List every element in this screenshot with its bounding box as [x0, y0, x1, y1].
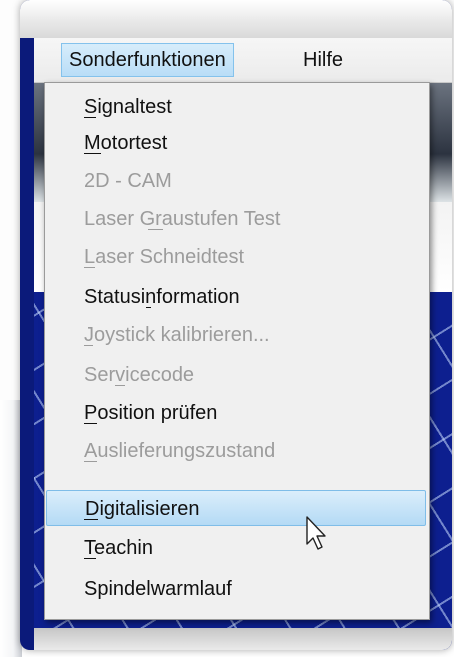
- mnemonic-underline: [84, 461, 97, 462]
- menu-item-teachin[interactable]: Teachin: [46, 530, 426, 566]
- menu-item-position-pruefen[interactable]: Position prüfen: [46, 395, 426, 431]
- menu-item-label: Teachin: [84, 537, 153, 559]
- menu-item-label: Position prüfen: [84, 402, 218, 424]
- menu-item-label: Statusinformation: [84, 286, 240, 308]
- menu-item-label: Digitalisieren: [85, 498, 200, 520]
- mnemonic-underline: [146, 307, 151, 308]
- menu-item-laser-schneidtest: Laser Schneidtest: [46, 239, 426, 275]
- mnemonic-underline: [84, 267, 95, 268]
- mnemonic-underline: [84, 153, 101, 154]
- menu-item-label: Spindelwarmlauf: [84, 578, 232, 600]
- menu-item-label: Motortest: [84, 132, 168, 154]
- mnemonic-underline: [84, 423, 97, 424]
- menu-item-label: Laser Schneidtest: [84, 246, 245, 268]
- menu-item-statusinformation[interactable]: Statusinformation: [46, 279, 426, 315]
- menu-item-label: Servicecode: [84, 364, 195, 386]
- menu-hilfe[interactable]: Hilfe: [296, 44, 350, 76]
- mnemonic-underline: [148, 229, 163, 230]
- menu-item-label: Signaltest: [84, 96, 172, 118]
- mouse-pointer-icon: [306, 516, 326, 550]
- menu-item-label: Auslieferungszustand: [84, 440, 276, 462]
- mnemonic-underline: [84, 558, 96, 559]
- menu-item-motortest[interactable]: Motortest: [46, 125, 426, 161]
- mnemonic-underline: [84, 117, 96, 118]
- mnemonic-underline: [84, 345, 93, 346]
- sonderfunktionen-dropdown: Signaltest Motortest 2D - CAM Laser Grau…: [44, 82, 430, 620]
- menu-item-joystick-kalibrieren: Joystick kalibrieren...: [46, 317, 426, 353]
- menu-item-label: 2D - CAM: [84, 170, 172, 192]
- menu-item-spindelwarmlauf[interactable]: Spindelwarmlauf: [46, 571, 426, 607]
- menu-item-2d-cam: 2D - CAM: [46, 163, 426, 199]
- menu-item-digitalisieren[interactable]: Digitalisieren: [46, 490, 426, 526]
- mnemonic-underline: [84, 519, 98, 520]
- window-titlebar: [20, 0, 452, 38]
- menu-item-auslieferungszustand: Auslieferungszustand: [46, 433, 426, 469]
- menu-item-laser-graustufen-test: Laser Graustufen Test: [46, 201, 426, 237]
- background-panel: [0, 400, 22, 657]
- menu-sonderfunktionen[interactable]: Sonderfunktionen: [61, 43, 234, 77]
- menu-item-servicecode: Servicecode: [46, 357, 426, 393]
- menu-item-label: Joystick kalibrieren...: [84, 324, 270, 346]
- menu-item-signaltest[interactable]: Signaltest: [46, 89, 426, 125]
- menu-item-label: Laser Graustufen Test: [84, 208, 281, 230]
- status-bar: [34, 628, 452, 650]
- mnemonic-underline: [115, 385, 125, 386]
- menu-bar: Sonderfunktionen Hilfe: [34, 38, 452, 83]
